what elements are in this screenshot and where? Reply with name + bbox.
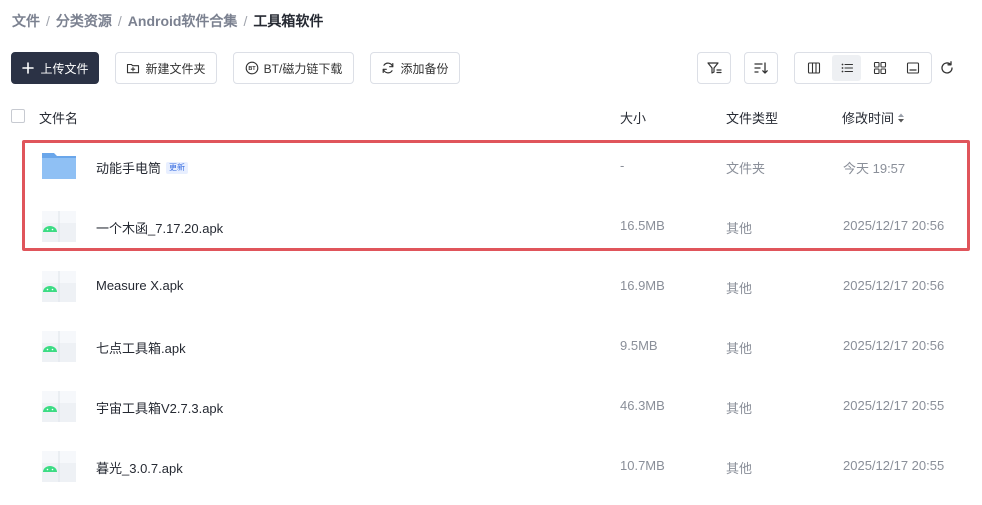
file-name[interactable]: 七点工具箱.apk — [96, 338, 186, 357]
apk-file-icon — [40, 268, 78, 304]
file-name[interactable]: 暮光_3.0.7.apk — [96, 458, 183, 477]
refresh-button[interactable] — [932, 52, 962, 84]
column-header-modified-label: 修改时间 — [842, 111, 895, 126]
file-size: 16.5MB — [620, 218, 665, 233]
file-size: 9.5MB — [620, 338, 658, 353]
add-backup-button[interactable]: 添加备份 — [370, 52, 460, 84]
filter-button[interactable] — [697, 52, 731, 84]
breadcrumb-separator: / — [243, 13, 248, 29]
view-mode-switcher — [794, 52, 932, 84]
grid-view-icon — [873, 61, 887, 75]
column-header-size[interactable]: 大小 — [620, 108, 646, 127]
view-columns-button[interactable] — [799, 55, 828, 81]
apk-file-icon — [40, 328, 78, 364]
file-size: - — [620, 158, 625, 173]
file-type: 其他 — [726, 221, 753, 236]
upload-button-label: 上传文件 — [40, 61, 89, 76]
plus-icon — [21, 61, 35, 75]
column-header-modified[interactable]: 修改时间 — [842, 108, 905, 127]
sort-toggle-icon — [897, 112, 905, 124]
upload-button[interactable]: 上传文件 — [11, 52, 99, 84]
file-modified: 2025/12/17 20:56 — [843, 278, 945, 293]
breadcrumb-item-files[interactable]: 文件 — [12, 11, 40, 31]
list-view-icon — [840, 61, 854, 75]
column-header-type[interactable]: 文件类型 — [726, 108, 778, 127]
breadcrumb-item-current: 工具箱软件 — [253, 13, 324, 29]
folder-plus-icon — [126, 61, 140, 75]
filter-icon — [706, 60, 722, 76]
file-type: 其他 — [726, 461, 753, 476]
file-type: 其他 — [726, 281, 753, 296]
toolbar: 上传文件 新建文件夹 BT BT/磁力链下载 添加备份 — [11, 52, 962, 84]
apk-file-icon — [40, 388, 78, 424]
file-modified: 2025/12/17 20:56 — [843, 218, 945, 233]
bt-download-button-label: BT/磁力链下载 — [263, 61, 343, 76]
file-type: 其他 — [726, 401, 753, 416]
view-grid-button[interactable] — [865, 55, 894, 81]
breadcrumb-separator: / — [117, 13, 122, 29]
file-type: 其他 — [726, 341, 753, 356]
view-preview-button[interactable] — [898, 55, 927, 81]
add-backup-button-label: 添加备份 — [400, 61, 449, 76]
file-modified: 2025/12/17 20:55 — [843, 398, 945, 413]
breadcrumb-item-categories[interactable]: 分类资源 — [56, 11, 112, 31]
table-row[interactable]: 暮光_3.0.7.apk 10.7MB 其他 2025/12/17 20:55 — [0, 436, 982, 496]
folder-icon — [40, 148, 78, 184]
select-all-checkbox[interactable] — [11, 109, 25, 123]
table-row[interactable]: 动能手电筒 更新 - 文件夹 今天 19:57 — [0, 136, 982, 196]
svg-text:BT: BT — [248, 66, 256, 72]
view-list-button[interactable] — [832, 55, 861, 81]
file-size: 10.7MB — [620, 458, 665, 473]
sort-button[interactable] — [744, 52, 778, 84]
file-size: 46.3MB — [620, 398, 665, 413]
columns-view-icon — [807, 61, 821, 75]
column-header-name[interactable]: 文件名 — [39, 108, 78, 127]
file-name[interactable]: 宇宙工具箱V2.7.3.apk — [96, 398, 223, 417]
apk-file-icon — [40, 448, 78, 484]
bt-icon: BT — [245, 61, 259, 75]
file-modified: 2025/12/17 20:55 — [843, 458, 945, 473]
sort-icon — [753, 60, 769, 76]
file-name[interactable]: 一个木函_7.17.20.apk — [96, 218, 223, 237]
new-folder-button-label: 新建文件夹 — [145, 61, 206, 76]
bt-download-button[interactable]: BT BT/磁力链下载 — [233, 52, 354, 84]
table-header: 文件名 大小 文件类型 修改时间 — [0, 100, 982, 132]
file-type: 文件夹 — [726, 161, 766, 176]
breadcrumb-separator: / — [46, 13, 50, 29]
file-modified: 今天 19:57 — [843, 161, 906, 176]
table-row[interactable]: 宇宙工具箱V2.7.3.apk 46.3MB 其他 2025/12/17 20:… — [0, 376, 982, 436]
new-folder-button[interactable]: 新建文件夹 — [115, 52, 217, 84]
sync-icon — [381, 61, 395, 75]
update-badge: 更新 — [166, 161, 189, 174]
table-row[interactable]: 七点工具箱.apk 9.5MB 其他 2025/12/17 20:56 — [0, 316, 982, 376]
table-row[interactable]: 一个木函_7.17.20.apk 16.5MB 其他 2025/12/17 20… — [0, 196, 982, 256]
file-name-label: 动能手电筒 — [96, 161, 162, 176]
apk-file-icon — [40, 208, 78, 244]
breadcrumb-item-android-collection[interactable]: Android软件合集 — [128, 11, 238, 31]
file-name[interactable]: 动能手电筒 更新 — [96, 158, 189, 177]
refresh-icon — [939, 60, 955, 76]
file-modified: 2025/12/17 20:56 — [843, 338, 945, 353]
file-name[interactable]: Measure X.apk — [96, 278, 183, 293]
preview-view-icon — [906, 61, 920, 75]
table-row[interactable]: Measure X.apk 16.9MB 其他 2025/12/17 20:56 — [0, 256, 982, 316]
breadcrumb: 文件 / 分类资源 / Android软件合集 / 工具箱软件 — [12, 11, 323, 31]
file-size: 16.9MB — [620, 278, 665, 293]
